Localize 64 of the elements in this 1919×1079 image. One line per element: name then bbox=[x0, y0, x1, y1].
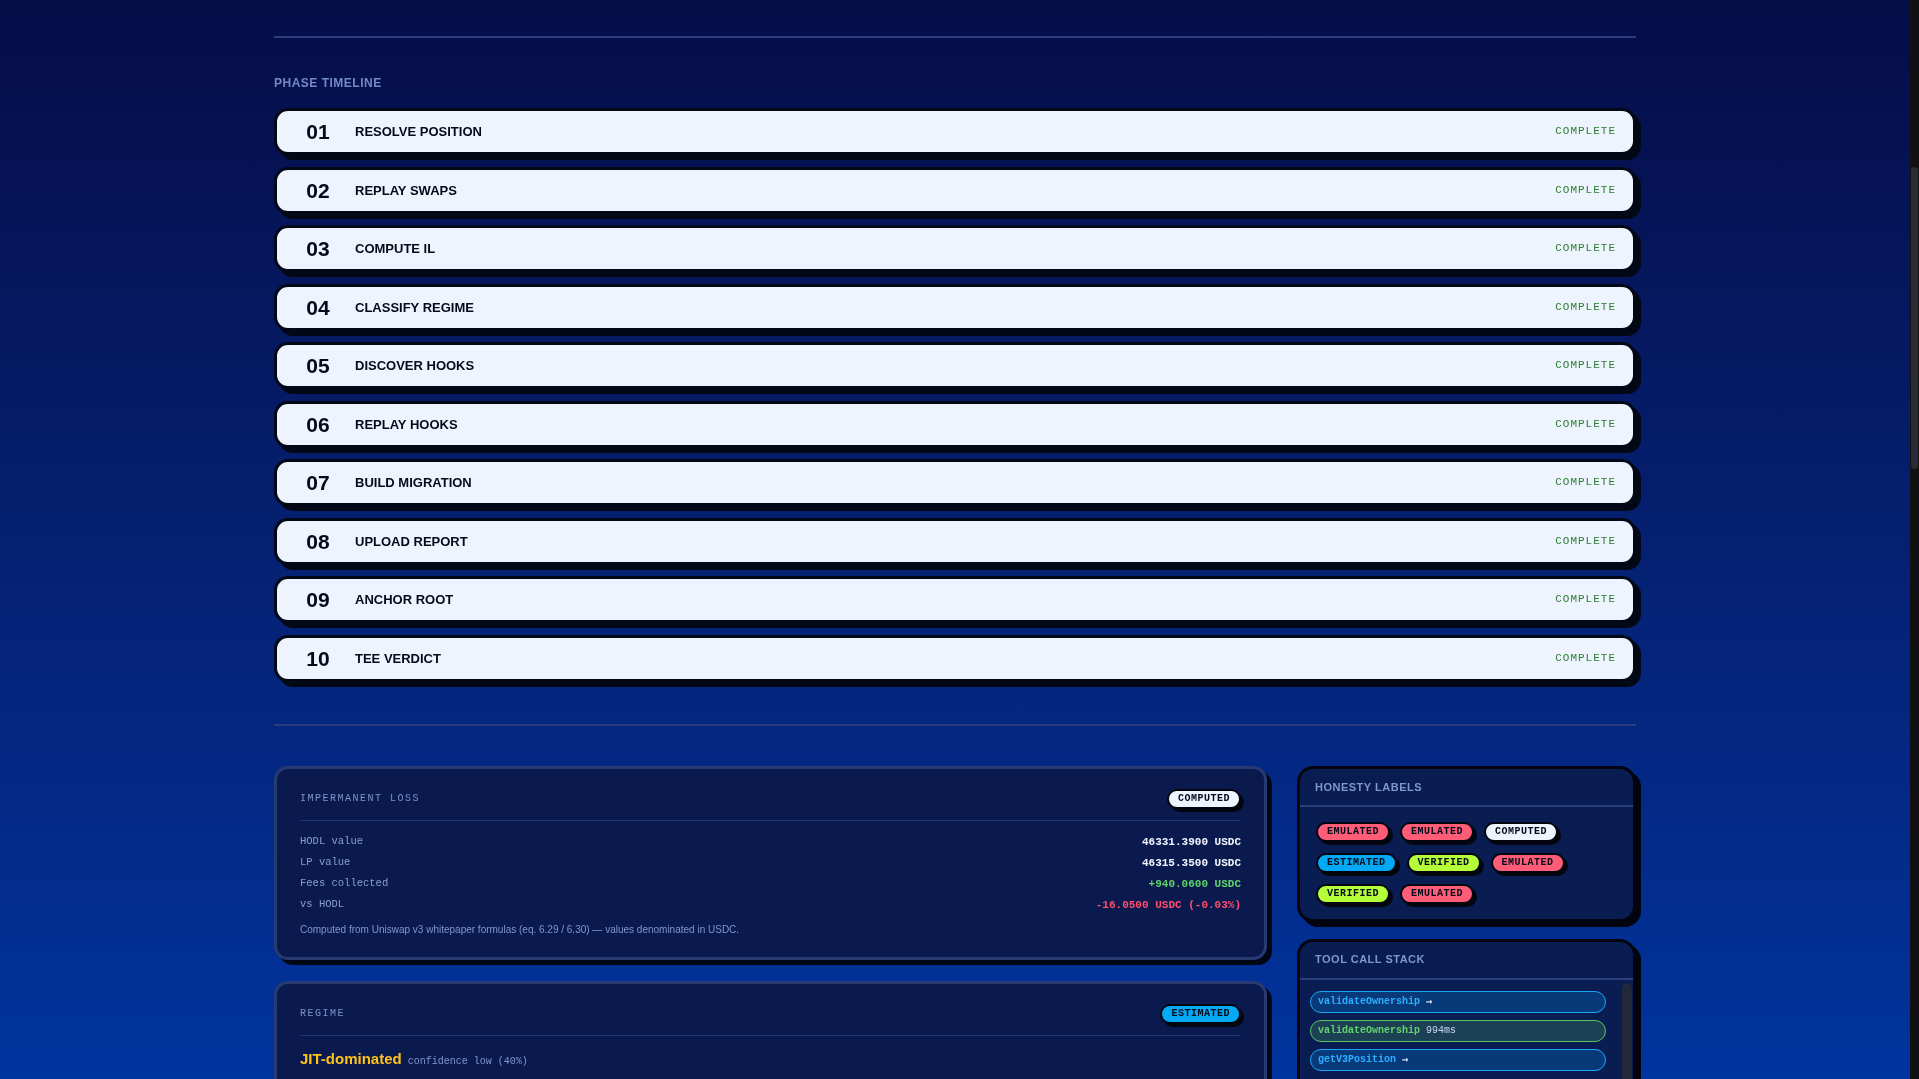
metric-value: 46315.3500 USDC bbox=[1141, 855, 1241, 871]
status-badge: EMULATED bbox=[1400, 821, 1475, 842]
arrow-glyph: → bbox=[1426, 996, 1433, 1007]
tool-name: getV3Position bbox=[1318, 1054, 1396, 1065]
phase-title: COMPUTE IL bbox=[355, 242, 436, 255]
phase-status: COMPLETE bbox=[1555, 652, 1616, 664]
panel-title: HONESTY LABELS bbox=[1315, 779, 1423, 794]
status-badge: ESTIMATED bbox=[1160, 1003, 1241, 1024]
duration-text: 994ms bbox=[1426, 1025, 1457, 1036]
panel-title: REGIME bbox=[300, 1007, 345, 1021]
phase-number: 02 bbox=[305, 179, 331, 201]
arrow-glyph: → bbox=[1402, 1054, 1409, 1065]
phase-status: COMPLETE bbox=[1555, 184, 1616, 196]
phase-title: CLASSIFY REGIME bbox=[355, 300, 474, 314]
phase-title: DISCOVER HOOKS bbox=[355, 359, 475, 372]
metric-label: LP value bbox=[300, 855, 351, 871]
tool-name: validateOwnership bbox=[1318, 996, 1421, 1007]
scrollbar[interactable] bbox=[1910, 0, 1919, 1079]
phase-status: COMPLETE bbox=[1555, 418, 1616, 430]
phase-status: COMPLETE bbox=[1555, 477, 1616, 488]
metric-label: HODL value bbox=[300, 834, 363, 850]
scrollbar-thumb[interactable] bbox=[1911, 167, 1918, 469]
status-badge: EMULATED bbox=[1400, 883, 1475, 904]
phase-status: COMPLETE bbox=[1555, 126, 1616, 137]
phase-number: 07 bbox=[305, 472, 331, 493]
metric-value: -16.0500 USDC (-0.03%) bbox=[1095, 897, 1241, 913]
confidence-text: confidence low (40%) bbox=[407, 1054, 528, 1069]
section-heading: PHASE TIMELINE bbox=[274, 76, 382, 90]
status-badge: ESTIMATED bbox=[1316, 852, 1397, 873]
phase-number: 03 bbox=[305, 238, 331, 259]
footnote: Computed from Uniswap v3 whitepaper formulas (eq. 6.29 / 6.30) — values denominated in USDC. bbox=[300, 922, 741, 937]
regime-classification: JIT-dominated bbox=[300, 1048, 402, 1069]
phase-title: UPLOAD REPORT bbox=[355, 534, 468, 548]
status-badge: EMULATED bbox=[1316, 821, 1390, 842]
phase-number: 05 bbox=[305, 355, 331, 376]
metric-label: Fees collected bbox=[300, 876, 389, 892]
status-badge: COMPUTED bbox=[1484, 821, 1559, 842]
phase-title: REPLAY SWAPS bbox=[355, 183, 457, 197]
phase-status: COMPLETE bbox=[1555, 594, 1616, 605]
phase-number: 08 bbox=[305, 530, 331, 552]
phase-status: COMPLETE bbox=[1555, 535, 1616, 547]
status-badge: VERIFIED bbox=[1316, 883, 1390, 904]
panel-title: IMPERMANENT LOSS bbox=[300, 792, 420, 806]
metric-value: 46331.3900 USDC bbox=[1141, 834, 1241, 850]
status-badge: EMULATED bbox=[1490, 852, 1565, 873]
status-badge: COMPUTED bbox=[1167, 788, 1241, 809]
phase-title: REPLAY HOOKS bbox=[355, 417, 458, 431]
phase-title: RESOLVE POSITION bbox=[355, 125, 482, 138]
metric-label: vs HODL bbox=[300, 897, 345, 913]
phase-title: BUILD MIGRATION bbox=[355, 476, 472, 489]
panel-title: TOOL CALL STACK bbox=[1315, 951, 1425, 966]
phase-status: COMPLETE bbox=[1555, 243, 1616, 254]
phase-number: 06 bbox=[305, 413, 331, 435]
metric-value: +940.0600 USDC bbox=[1148, 876, 1241, 892]
status-badge: VERIFIED bbox=[1406, 852, 1481, 873]
phase-number: 10 bbox=[305, 647, 331, 669]
phase-number: 09 bbox=[305, 589, 331, 610]
phase-status: COMPLETE bbox=[1555, 301, 1616, 313]
phase-title: TEE VERDICT bbox=[355, 651, 441, 665]
phase-status: COMPLETE bbox=[1555, 360, 1616, 371]
phase-title: ANCHOR ROOT bbox=[355, 593, 454, 606]
phase-number: 04 bbox=[305, 296, 331, 318]
tool-name: validateOwnership bbox=[1318, 1025, 1421, 1036]
phase-number: 01 bbox=[305, 121, 331, 142]
